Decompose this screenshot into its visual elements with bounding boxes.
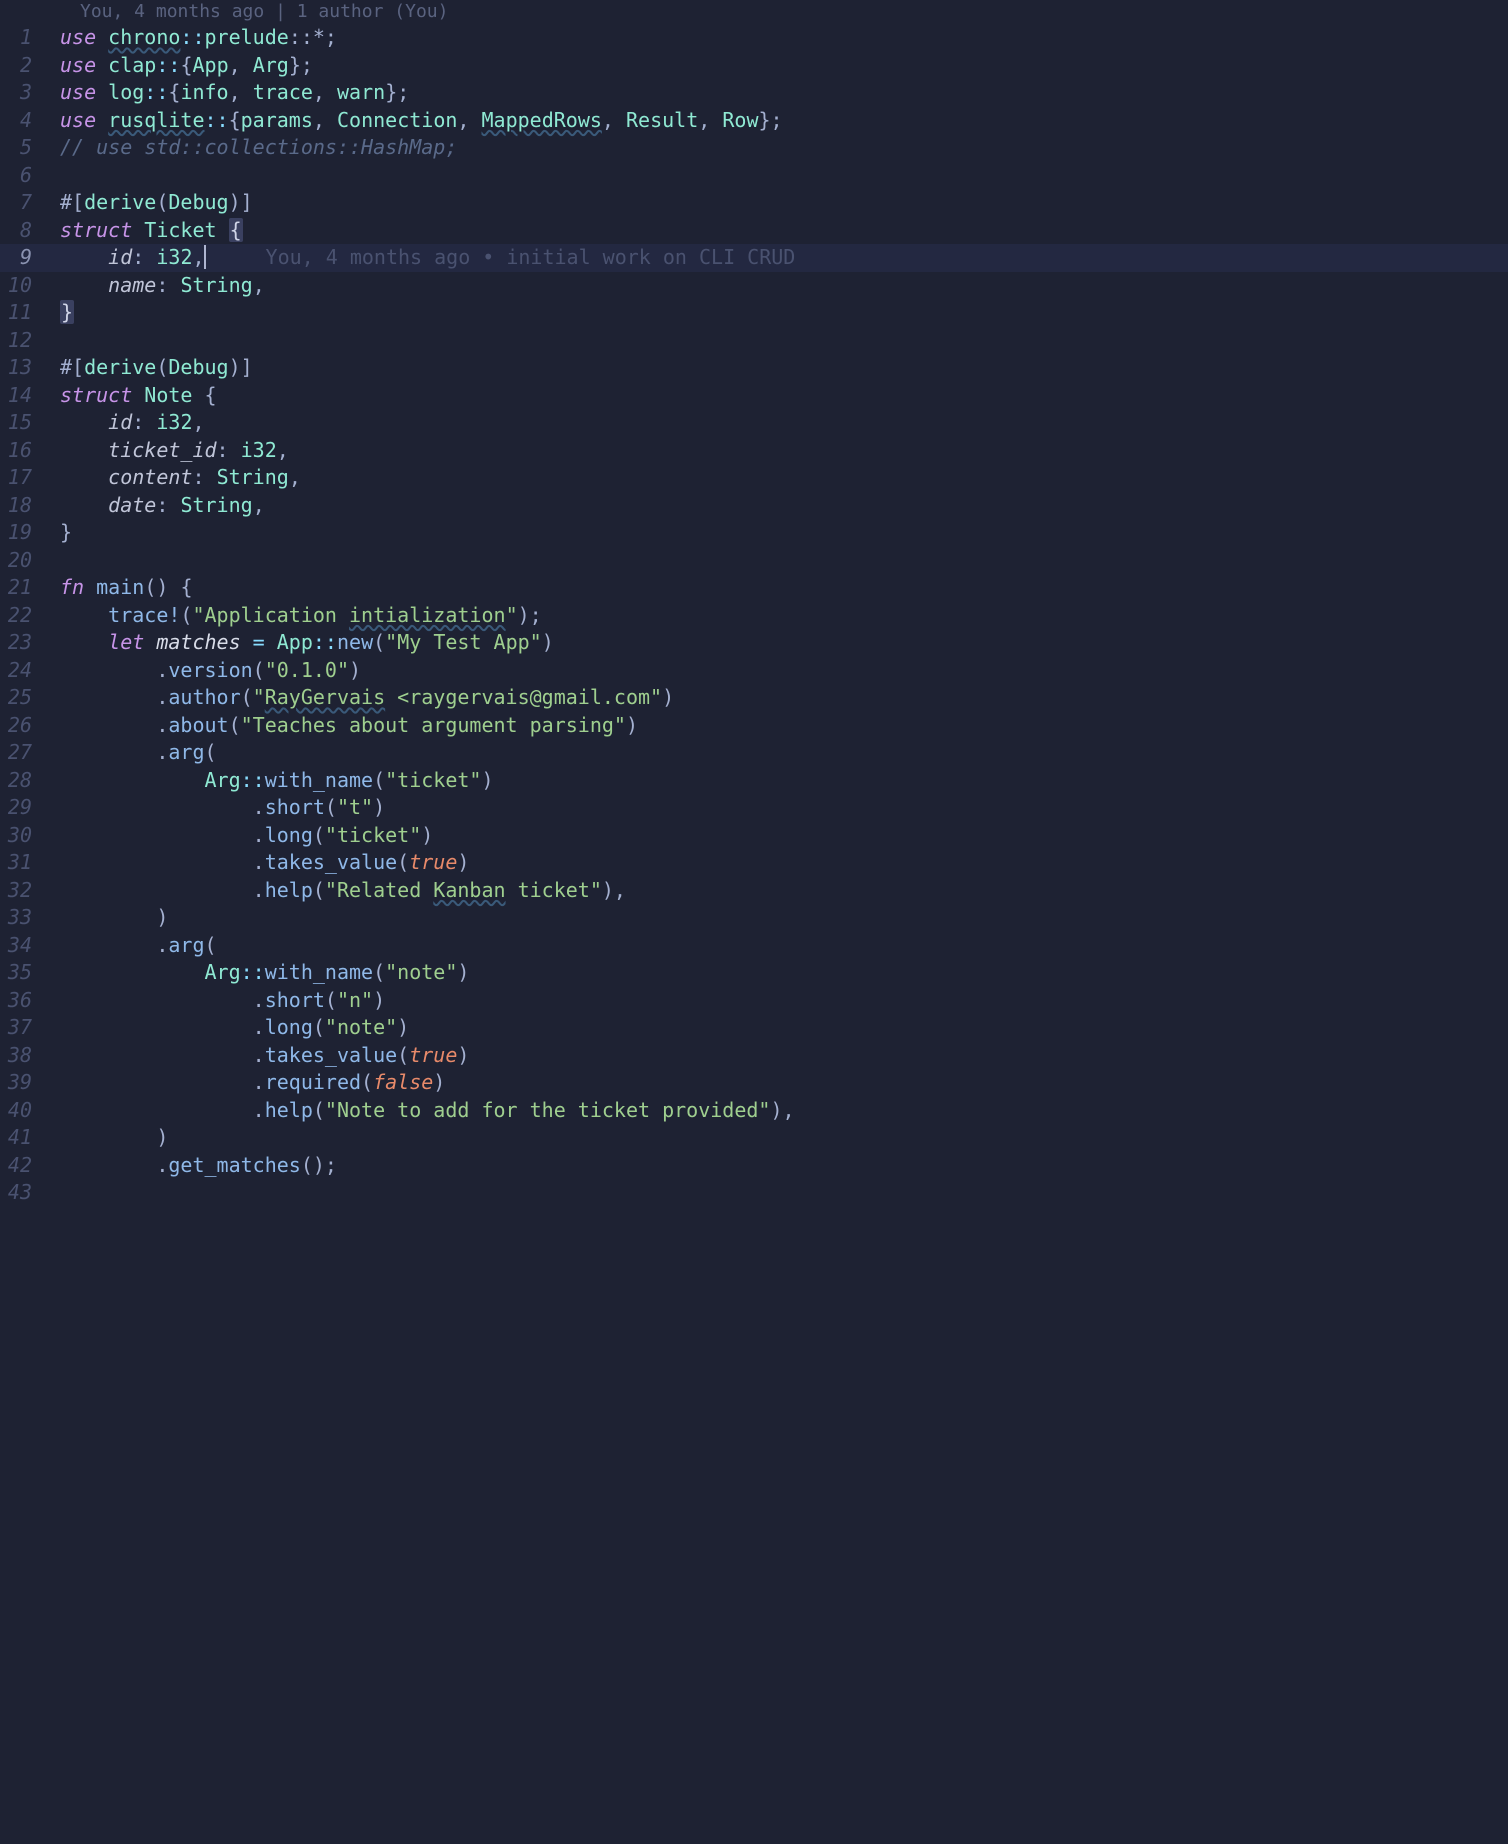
line-number: 22: [0, 602, 60, 630]
line-number: 18: [0, 492, 60, 520]
code-line[interactable]: 16 ticket_id: i32,: [0, 437, 1508, 465]
git-blame-header: You, 4 months ago | 1 author (You): [0, 0, 1508, 24]
line-number: 38: [0, 1042, 60, 1070]
code-line[interactable]: 10 name: String,: [0, 272, 1508, 300]
code-line[interactable]: 30 .long("ticket"): [0, 822, 1508, 850]
line-number: 30: [0, 822, 60, 850]
line-number: 1: [0, 24, 60, 52]
line-number: 13: [0, 354, 60, 382]
code-line[interactable]: 5 // use std::collections::HashMap;: [0, 134, 1508, 162]
line-number: 26: [0, 712, 60, 740]
code-line[interactable]: 3 use log::{info, trace, warn};: [0, 79, 1508, 107]
code-line[interactable]: 25 .author("RayGervais <raygervais@gmail…: [0, 684, 1508, 712]
code-line[interactable]: 31 .takes_value(true): [0, 849, 1508, 877]
code-line[interactable]: 4 use rusqlite::{params, Connection, Map…: [0, 107, 1508, 135]
code-line[interactable]: 43: [0, 1179, 1508, 1207]
git-blame-inline: You, 4 months ago • initial work on CLI …: [206, 245, 796, 269]
code-line[interactable]: 26 .about("Teaches about argument parsin…: [0, 712, 1508, 740]
line-number: 4: [0, 107, 60, 135]
code-line[interactable]: 40 .help("Note to add for the ticket pro…: [0, 1097, 1508, 1125]
code-line[interactable]: 39 .required(false): [0, 1069, 1508, 1097]
line-number: 40: [0, 1097, 60, 1125]
line-number: 33: [0, 904, 60, 932]
code-line[interactable]: 35 Arg::with_name("note"): [0, 959, 1508, 987]
matching-brace: {: [229, 218, 243, 242]
code-line[interactable]: 1 use chrono::prelude::*;: [0, 24, 1508, 52]
code-line-current[interactable]: 9 id: i32,You, 4 months ago • initial wo…: [0, 244, 1508, 272]
line-number: 37: [0, 1014, 60, 1042]
code-line[interactable]: 11 }: [0, 299, 1508, 327]
line-number: 32: [0, 877, 60, 905]
code-line[interactable]: 41 ): [0, 1124, 1508, 1152]
code-line[interactable]: 13 #[derive(Debug)]: [0, 354, 1508, 382]
code-line[interactable]: 37 .long("note"): [0, 1014, 1508, 1042]
code-line[interactable]: 42 .get_matches();: [0, 1152, 1508, 1180]
code-line[interactable]: 28 Arg::with_name("ticket"): [0, 767, 1508, 795]
line-number: 6: [0, 162, 60, 190]
code-line[interactable]: 15 id: i32,: [0, 409, 1508, 437]
code-line[interactable]: 34 .arg(: [0, 932, 1508, 960]
code-line[interactable]: 2 use clap::{App, Arg};: [0, 52, 1508, 80]
line-number: 12: [0, 327, 60, 355]
line-number: 35: [0, 959, 60, 987]
line-number: 9: [0, 244, 60, 272]
line-number: 20: [0, 547, 60, 575]
code-line[interactable]: 23 let matches = App::new("My Test App"): [0, 629, 1508, 657]
line-number: 14: [0, 382, 60, 410]
line-number: 11: [0, 299, 60, 327]
line-number: 23: [0, 629, 60, 657]
code-line[interactable]: 27 .arg(: [0, 739, 1508, 767]
code-editor[interactable]: You, 4 months ago | 1 author (You) 1 use…: [0, 0, 1508, 1207]
code-line[interactable]: 36 .short("n"): [0, 987, 1508, 1015]
code-line[interactable]: 8 struct Ticket {: [0, 217, 1508, 245]
code-line[interactable]: 24 .version("0.1.0"): [0, 657, 1508, 685]
line-number: 25: [0, 684, 60, 712]
line-number: 5: [0, 134, 60, 162]
line-number: 41: [0, 1124, 60, 1152]
code-line[interactable]: 21 fn main() {: [0, 574, 1508, 602]
line-number: 36: [0, 987, 60, 1015]
line-number: 27: [0, 739, 60, 767]
code-line[interactable]: 14 struct Note {: [0, 382, 1508, 410]
line-number: 15: [0, 409, 60, 437]
line-number: 43: [0, 1179, 60, 1207]
line-number: 31: [0, 849, 60, 877]
line-number: 24: [0, 657, 60, 685]
line-number: 19: [0, 519, 60, 547]
matching-brace: }: [60, 300, 74, 324]
line-number: 39: [0, 1069, 60, 1097]
line-number: 42: [0, 1152, 60, 1180]
code-line[interactable]: 17 content: String,: [0, 464, 1508, 492]
line-number: 29: [0, 794, 60, 822]
code-line[interactable]: 32 .help("Related Kanban ticket"),: [0, 877, 1508, 905]
line-number: 34: [0, 932, 60, 960]
line-number: 28: [0, 767, 60, 795]
line-number: 8: [0, 217, 60, 245]
code-line[interactable]: 6: [0, 162, 1508, 190]
line-number: 21: [0, 574, 60, 602]
line-number: 17: [0, 464, 60, 492]
code-line[interactable]: 7 #[derive(Debug)]: [0, 189, 1508, 217]
code-line[interactable]: 29 .short("t"): [0, 794, 1508, 822]
line-number: 2: [0, 52, 60, 80]
code-line[interactable]: 22 trace!("Application intialization");: [0, 602, 1508, 630]
code-line[interactable]: 18 date: String,: [0, 492, 1508, 520]
line-number: 16: [0, 437, 60, 465]
line-number: 7: [0, 189, 60, 217]
line-number: 10: [0, 272, 60, 300]
code-line[interactable]: 19 }: [0, 519, 1508, 547]
code-line[interactable]: 20: [0, 547, 1508, 575]
code-line[interactable]: 12: [0, 327, 1508, 355]
code-line[interactable]: 38 .takes_value(true): [0, 1042, 1508, 1070]
line-number: 3: [0, 79, 60, 107]
code-line[interactable]: 33 ): [0, 904, 1508, 932]
